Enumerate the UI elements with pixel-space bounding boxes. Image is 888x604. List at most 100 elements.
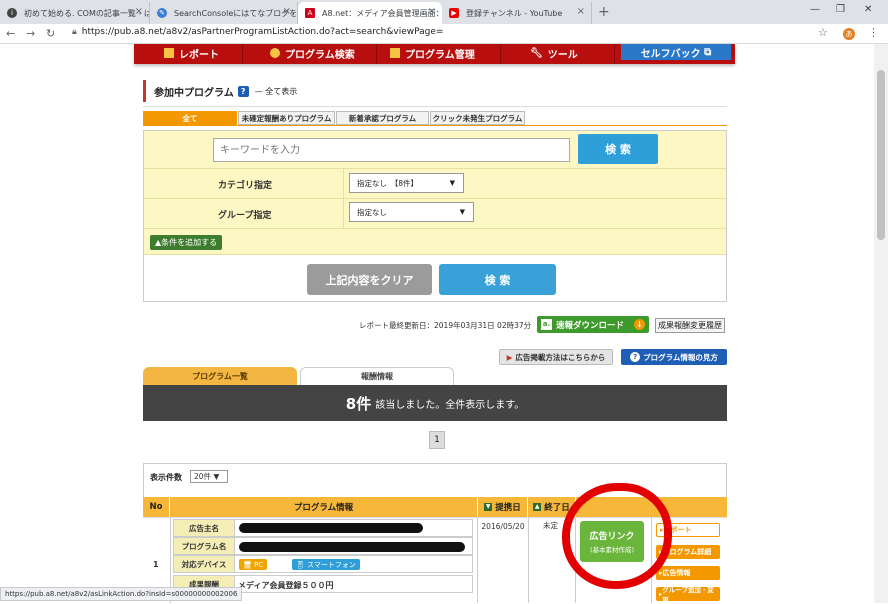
header-date[interactable]: ▼ 提携日 (478, 497, 528, 517)
pagination-page[interactable]: 1 (429, 431, 445, 449)
label-advertiser: 広告主名 (173, 519, 235, 537)
nav-report[interactable]: レポート (164, 46, 219, 61)
how-to-button[interactable]: ▶ 広告掲載方法はこちらから (499, 349, 613, 365)
redaction (239, 542, 465, 552)
a8-icon: A (305, 8, 315, 18)
scrollbar-thumb[interactable] (877, 70, 885, 240)
nav-divider (614, 44, 615, 64)
youtube-icon: ▶ (449, 8, 459, 18)
add-condition-button[interactable]: ▲条件を追加する (150, 235, 223, 250)
nav-program-search[interactable]: プログラム検索 (270, 46, 355, 61)
sort-icon: ▼ (484, 503, 493, 511)
bookmark-star-icon[interactable]: ☆ (818, 26, 828, 39)
result-text: 該当しました。全件表示します。 (375, 399, 525, 411)
header-no: No (143, 497, 170, 517)
tab-title: SearchConsoleにはてなブログを登録 (174, 8, 298, 18)
per-page-select[interactable]: 20件 ▼ (190, 470, 228, 483)
search-input[interactable] (213, 138, 570, 162)
result-count-bar: 8件 該当しました。全件表示します。 (143, 385, 727, 421)
header-end-label: 終了日 (544, 503, 570, 513)
tab-title: A8.net：メディア会員管理画面：参 (322, 8, 442, 18)
tab-reward-info[interactable]: 報酬情報 (300, 367, 454, 385)
avatar[interactable]: あ (843, 28, 855, 40)
close-icon[interactable]: × (577, 6, 585, 17)
device-sp-label: スマートフォン (307, 560, 356, 569)
browser-tab[interactable]: i 初めて始める. COMの記事一覧 - は × (0, 2, 150, 24)
forward-icon[interactable]: → (26, 27, 35, 40)
download-label: 速報ダウンロード (556, 320, 625, 331)
help-icon[interactable]: ? (237, 85, 249, 97)
window-icon: ⧉ (704, 46, 712, 58)
browser-toolbar: ← → ↻ 🔒︎ https://pub.a8.net/a8v2/asPartne… (0, 24, 888, 44)
search-icon (270, 48, 280, 58)
divider (528, 517, 529, 603)
chart-icon (164, 48, 174, 58)
nav-divider (376, 44, 377, 64)
browser-tab[interactable]: ✎ SearchConsoleにはてなブログを登録 × (150, 2, 298, 24)
search-button[interactable]: 検 索 (578, 134, 658, 164)
page-title: 参加中プログラム ? — 全て表示 (143, 80, 297, 102)
result-count: 8件 (345, 394, 372, 413)
nav-label: プログラム検索 (285, 49, 355, 61)
program-guide-button[interactable]: ? プログラム情報の見方 (621, 349, 727, 365)
group-select[interactable]: 指定なし ▼ (349, 202, 474, 222)
search-submit-button[interactable]: 検 索 (439, 264, 556, 295)
chevron-down-icon: ▼ (449, 179, 455, 187)
ad-info-button[interactable]: ▸ 広告情報 (656, 566, 720, 580)
chevron-down-icon: ▼ (459, 208, 465, 216)
menu-icon[interactable]: ⋮ (868, 26, 879, 39)
wrench-icon: 🔧︎ (530, 48, 543, 59)
guide-label: プログラム情報の見方 (643, 352, 718, 362)
device-sp-badge: 📱︎ スマートフォン (292, 559, 360, 570)
header-program-info: プログラム情報 (170, 497, 478, 517)
filter-tab-all[interactable]: 全て (143, 111, 237, 125)
divider (343, 168, 344, 228)
tab-title: 初めて始める. COMの記事一覧 - は (24, 8, 150, 18)
info-icon: i (7, 8, 17, 18)
category-select[interactable]: 指定なし 【8件】 ▼ (349, 173, 464, 193)
nav-divider (500, 44, 501, 64)
chevron-down-icon: ▼ (213, 472, 220, 481)
end-date: 未定 (543, 521, 558, 530)
page-title-text: 参加中プログラム (154, 87, 234, 99)
tab-program-list[interactable]: プログラム一覧 (143, 367, 297, 385)
per-page-value: 20件 (194, 472, 212, 481)
sort-icon: ▲ (533, 503, 542, 511)
nav-program-manage[interactable]: プログラム管理 (390, 46, 475, 61)
browser-tab-active[interactable]: A A8.net：メディア会員管理画面：参 × (298, 2, 442, 24)
close-icon[interactable]: × (428, 6, 436, 17)
address-bar[interactable]: 🔒︎ https://pub.a8.net/a8v2/asPartnerProgr… (72, 27, 443, 37)
reward-history-button[interactable]: 成果報酬変更履歴 (655, 318, 725, 333)
reload-icon[interactable]: ↻ (46, 27, 55, 40)
filter-tab-no-click[interactable]: クリック未発生プログラム (430, 111, 525, 125)
close-icon[interactable]: × (283, 6, 291, 17)
clear-button[interactable]: 上記内容をクリア (307, 264, 432, 295)
page-subtitle: — 全て表示 (254, 86, 298, 96)
selfback-button[interactable]: セルフバック ⧉ (621, 44, 731, 60)
filter-tab-unconfirmed[interactable]: 未確定報酬ありプログラム (238, 111, 335, 125)
label-device: 対応デバイス (173, 555, 235, 573)
nav-tools[interactable]: 🔧︎ ツール (530, 46, 578, 61)
close-icon[interactable]: × (135, 6, 143, 17)
a8-icon: a. (541, 319, 552, 330)
group-select-value: 指定なし (357, 207, 387, 217)
filter-tab-new-approved[interactable]: 新着承認プログラム (336, 111, 429, 125)
site-nav: レポート プログラム検索 プログラム管理 🔧︎ ツール セルフバック ⧉ (134, 44, 735, 64)
device-pc-badge: 🖥︎ PC (239, 559, 268, 570)
redaction (239, 523, 423, 533)
download-button[interactable]: a. 速報ダウンロード ↓ (537, 316, 649, 333)
browser-tab[interactable]: ▶ 登録チャンネル - YouTube × (442, 2, 592, 24)
device-pc-label: PC (254, 560, 264, 569)
nav-label: レポート (179, 49, 219, 61)
back-icon[interactable]: ← (6, 27, 15, 40)
group-add-button[interactable]: ▸ グループ追加・変更 (656, 586, 720, 604)
reward-value: メディア会員登録５００円 (235, 575, 473, 593)
lock-icon: 🔒︎ (72, 27, 77, 37)
group-label: グループ指定 (218, 211, 272, 221)
new-tab-icon[interactable]: + (598, 4, 610, 20)
ad-info-label: 広告情報 (662, 569, 691, 577)
close-window-icon[interactable]: ✕ (864, 4, 872, 15)
minimize-icon[interactable]: — (810, 4, 820, 15)
restore-icon[interactable]: ❐ (836, 4, 845, 15)
divider (143, 125, 727, 126)
